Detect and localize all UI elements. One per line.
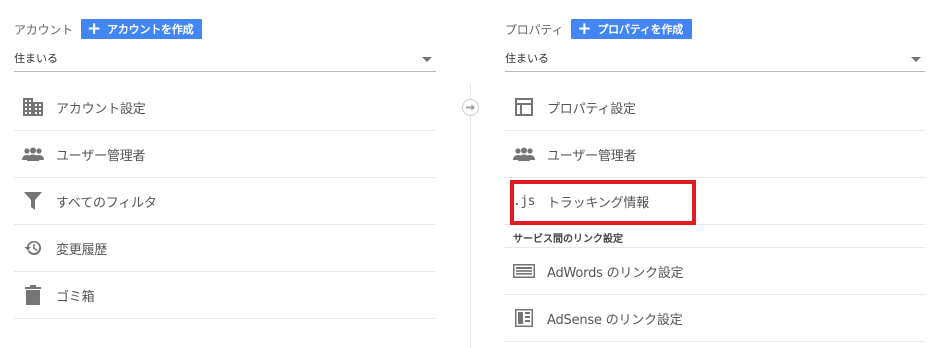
menu-label: アカウント設定 — [56, 101, 146, 117]
menu-label: すべてのフィルタ — [56, 195, 157, 211]
property-selected-value: 住まいる — [505, 51, 549, 65]
tracking-info-highlight — [510, 180, 696, 225]
menu-label: AdWords のリンク設定 — [547, 265, 684, 281]
account-header: アカウント + アカウントを作成 — [14, 18, 203, 39]
users-icon — [513, 143, 535, 165]
plus-icon: + — [87, 18, 102, 39]
menu-label: ゴミ箱 — [56, 289, 95, 305]
arrow-right-icon — [462, 99, 479, 116]
menu-item-adwords-links[interactable]: AdWords のリンク設定 — [505, 248, 925, 295]
property-selector[interactable]: 住まいる — [505, 46, 925, 72]
users-icon — [22, 143, 44, 165]
section-title-service-links: サービス間のリンク設定 — [505, 225, 925, 248]
column-divider — [470, 84, 471, 348]
property-header: プロパティ + プロパティを作成 — [505, 18, 693, 39]
account-selected-value: 住まいる — [14, 51, 58, 65]
account-menu: アカウント設定 ユーザー管理者 すべてのフィルタ 変更履歴 ゴミ箱 — [14, 84, 436, 319]
menu-item-property-user-management[interactable]: ユーザー管理者 — [505, 131, 925, 178]
menu-label: ユーザー管理者 — [56, 148, 146, 164]
account-selector[interactable]: 住まいる — [14, 46, 436, 72]
menu-label: ユーザー管理者 — [547, 148, 637, 164]
create-account-label: アカウントを作成 — [107, 23, 194, 36]
menu-item-user-management[interactable]: ユーザー管理者 — [14, 131, 436, 178]
adsense-icon — [513, 307, 535, 329]
caret-down-icon — [911, 57, 921, 62]
create-property-label: プロパティを作成 — [597, 23, 684, 36]
building-icon — [22, 96, 44, 118]
menu-item-property-settings[interactable]: プロパティ設定 — [505, 84, 925, 131]
menu-item-all-filters[interactable]: すべてのフィルタ — [14, 178, 436, 225]
plus-icon: + — [577, 18, 592, 39]
create-account-button[interactable]: + アカウントを作成 — [81, 18, 203, 39]
account-header-label: アカウント — [14, 22, 74, 37]
menu-item-adsense-links[interactable]: AdSense のリンク設定 — [505, 295, 925, 342]
layout-icon — [513, 96, 535, 118]
adwords-icon — [513, 260, 535, 282]
history-icon — [22, 237, 44, 259]
property-header-label: プロパティ — [505, 22, 564, 37]
filter-icon — [22, 190, 44, 212]
create-property-button[interactable]: + プロパティを作成 — [571, 18, 693, 39]
menu-item-trash[interactable]: ゴミ箱 — [14, 272, 436, 319]
menu-label: プロパティ設定 — [547, 101, 636, 117]
menu-label: 変更履歴 — [56, 242, 108, 258]
trash-icon — [22, 284, 44, 306]
menu-item-account-settings[interactable]: アカウント設定 — [14, 84, 436, 131]
caret-down-icon — [422, 57, 432, 62]
menu-item-change-history[interactable]: 変更履歴 — [14, 225, 436, 272]
menu-label: AdSense のリンク設定 — [547, 312, 683, 328]
